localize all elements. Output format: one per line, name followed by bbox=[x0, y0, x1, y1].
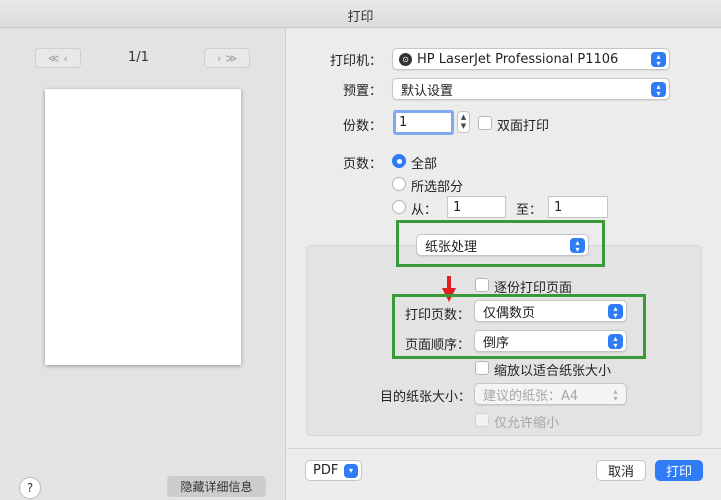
duplex-checkbox[interactable] bbox=[478, 116, 492, 130]
scale-to-fit-checkbox[interactable] bbox=[475, 361, 489, 375]
scale-down-only-label: 仅允许缩小 bbox=[494, 416, 560, 431]
pages-to-field[interactable]: 1 bbox=[548, 196, 608, 218]
pdf-menu-button[interactable]: PDF ▾ bbox=[305, 460, 362, 481]
printer-icon: ⊙ bbox=[399, 52, 412, 66]
hide-details-button[interactable]: 隐藏详细信息 bbox=[167, 476, 266, 497]
prev-page-buttons[interactable]: ≪ ‹ bbox=[35, 48, 81, 68]
chevron-down-icon: ▾ bbox=[344, 464, 358, 478]
pages-all-label: 全部 bbox=[411, 157, 438, 172]
pages-range-radio[interactable] bbox=[392, 200, 406, 214]
collate-checkbox[interactable] bbox=[475, 278, 489, 292]
settings-pane: 打印机： ⊙ HP LaserJet Professional P1106 ▴ ▾… bbox=[287, 28, 721, 500]
pages-label: 页数： bbox=[342, 157, 382, 172]
pdf-label: PDF bbox=[313, 463, 339, 478]
window-title: 打印 bbox=[347, 10, 374, 25]
pages-from-label: 从： bbox=[411, 203, 438, 218]
dialog-footer: PDF ▾ 取消 打印 bbox=[287, 448, 721, 500]
chevron-updown-icon: ▴ ▾ bbox=[651, 52, 666, 68]
dest-paper-value: 建议的纸张：A4 bbox=[483, 388, 579, 404]
chevron-updown-icon: ▴ ▾ bbox=[651, 82, 666, 98]
pages-from-field[interactable]: 1 bbox=[447, 196, 506, 218]
next-page-icon[interactable]: › bbox=[217, 52, 221, 65]
scale-to-fit-label: 缩放以适合纸张大小 bbox=[494, 364, 612, 379]
presets-value: 默认设置 bbox=[401, 83, 454, 99]
presets-label: 预置： bbox=[342, 84, 382, 99]
printer-popup[interactable]: ⊙ HP LaserJet Professional P1106 ▴ ▾ bbox=[392, 48, 670, 70]
copies-stepper[interactable]: ▲ ▼ bbox=[457, 111, 470, 133]
annotation-green-box-pages bbox=[392, 294, 646, 359]
page-preview bbox=[45, 89, 241, 365]
pages-all-radio[interactable] bbox=[392, 154, 406, 168]
scale-down-only-checkbox[interactable] bbox=[475, 413, 489, 427]
copies-label: 份数： bbox=[342, 119, 382, 134]
help-button[interactable]: ? bbox=[19, 477, 41, 499]
chevron-updown-icon: ▴ ▾ bbox=[613, 387, 618, 403]
duplex-label: 双面打印 bbox=[497, 119, 550, 134]
title-bar: 打印 bbox=[0, 0, 721, 28]
preview-pane: ≪ ‹ 1/1 › ≫ ? 隐藏详细信息 bbox=[0, 28, 286, 500]
pages-selection-radio[interactable] bbox=[392, 177, 406, 191]
pages-selection-label: 所选部分 bbox=[411, 180, 464, 195]
dest-paper-popup[interactable]: 建议的纸张：A4 ▴ ▾ bbox=[474, 383, 627, 405]
copies-field[interactable]: 1 bbox=[393, 110, 454, 135]
last-page-icon[interactable]: ≫ bbox=[225, 52, 237, 65]
prev-page-icon[interactable]: ‹ bbox=[64, 52, 68, 65]
page-counter: 1/1 bbox=[128, 50, 149, 65]
dest-paper-label: 目的纸张大小： bbox=[380, 390, 472, 405]
first-page-icon[interactable]: ≪ bbox=[48, 52, 60, 65]
print-button[interactable]: 打印 bbox=[655, 460, 703, 481]
printer-label: 打印机： bbox=[329, 54, 382, 69]
printer-name: HP LaserJet Professional P1106 bbox=[417, 51, 619, 67]
presets-popup[interactable]: 默认设置 ▴ ▾ bbox=[392, 78, 670, 100]
annotation-green-box-section bbox=[396, 220, 605, 267]
cancel-button[interactable]: 取消 bbox=[596, 460, 646, 481]
pages-to-label: 至： bbox=[516, 203, 543, 218]
next-page-buttons[interactable]: › ≫ bbox=[204, 48, 250, 68]
